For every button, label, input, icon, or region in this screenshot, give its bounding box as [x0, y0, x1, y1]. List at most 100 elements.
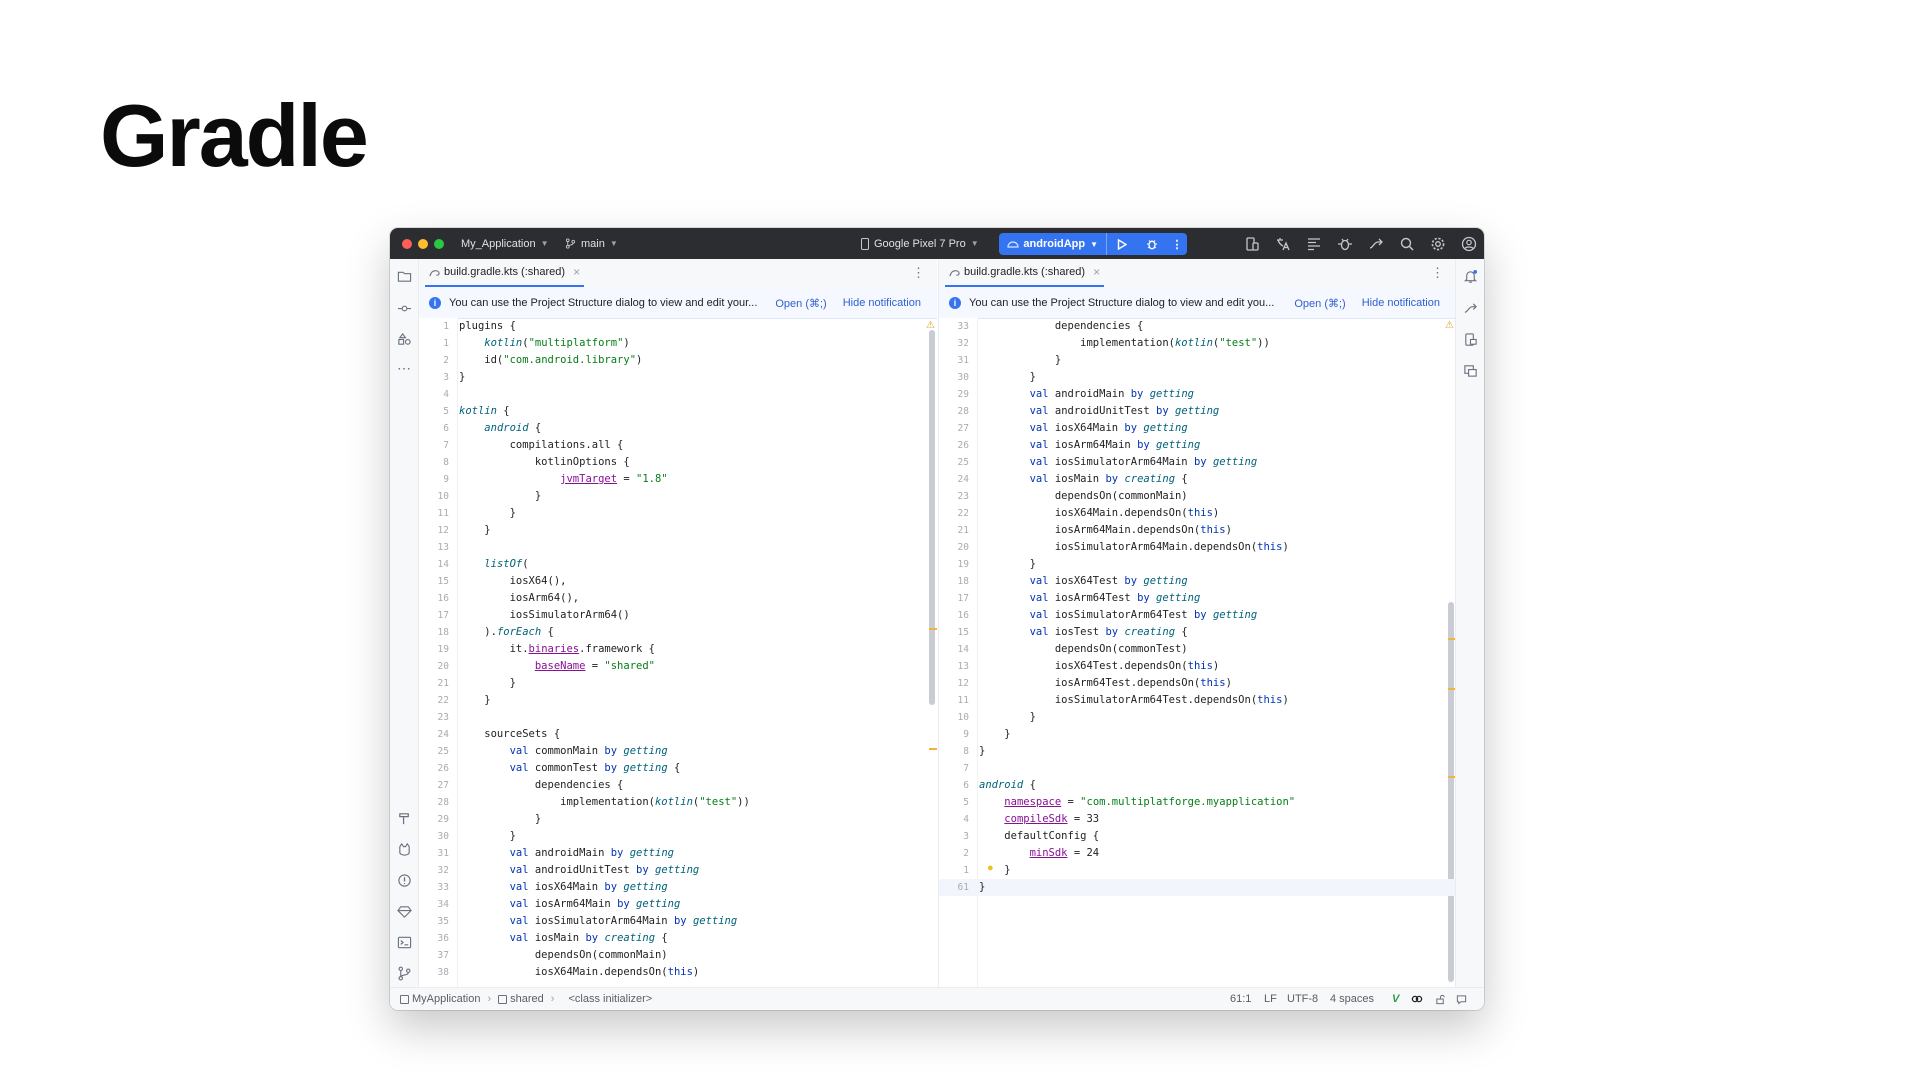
- code-line[interactable]: 29 val androidMain by getting: [939, 386, 1456, 403]
- code-line[interactable]: 28 val androidUnitTest by getting: [939, 403, 1456, 420]
- code-line[interactable]: 29 }: [419, 811, 937, 828]
- more-tools-icon[interactable]: ⋯: [395, 359, 413, 377]
- code-line[interactable]: 10 }: [419, 488, 937, 505]
- close-tab-icon[interactable]: ×: [573, 265, 580, 279]
- code-line[interactable]: 25 val commonMain by getting: [419, 743, 937, 760]
- code-line[interactable]: 14 dependsOn(commonTest): [939, 641, 1456, 658]
- code-line[interactable]: 19 it.binaries.framework {: [419, 641, 937, 658]
- code-line[interactable]: 25 val iosSimulatorArm64Main by getting: [939, 454, 1456, 471]
- lock-icon[interactable]: [1435, 988, 1446, 1010]
- tab-options-icon[interactable]: ⋮: [1431, 265, 1444, 281]
- more-actions-icon[interactable]: ⋮: [1167, 233, 1187, 255]
- close-tab-icon[interactable]: ×: [1093, 265, 1100, 279]
- code-line[interactable]: 9 }: [939, 726, 1456, 743]
- code-line[interactable]: 2 id("com.android.library"): [419, 352, 937, 369]
- code-line[interactable]: 24 sourceSets {: [419, 726, 937, 743]
- indent-setting[interactable]: 4 spaces: [1330, 988, 1374, 1010]
- code-line[interactable]: 12 iosArm64Test.dependsOn(this): [939, 675, 1456, 692]
- settings-gear-icon[interactable]: [1429, 235, 1447, 253]
- file-encoding[interactable]: UTF-8: [1287, 988, 1318, 1010]
- line-separator[interactable]: LF: [1264, 988, 1277, 1010]
- code-line[interactable]: 38 iosX64Main.dependsOn(this): [419, 964, 937, 981]
- code-line[interactable]: 17 val iosArm64Test by getting: [939, 590, 1456, 607]
- code-line[interactable]: 5 kotlin {: [419, 403, 937, 420]
- code-line[interactable]: 7 compilations.all {: [419, 437, 937, 454]
- caret-position[interactable]: 61:1: [1230, 988, 1251, 1010]
- hide-notification-link[interactable]: Hide notification: [1362, 297, 1440, 309]
- run-config-selector[interactable]: androidApp ▼: [999, 233, 1108, 255]
- device-selector[interactable]: Google Pixel 7 Pro ▼: [860, 228, 979, 259]
- project-selector[interactable]: My_Application ▼: [461, 228, 549, 259]
- running-devices-icon[interactable]: [1461, 361, 1479, 379]
- code-line[interactable]: 30 }: [419, 828, 937, 845]
- code-editor[interactable]: ⚠ 1 plugins {1 kotlin("multiplatform") 2 i…: [419, 318, 937, 988]
- code-line[interactable]: 16 val iosSimulatorArm64Test by getting: [939, 607, 1456, 624]
- branch-selector[interactable]: main ▼: [565, 228, 618, 259]
- copilot-icon[interactable]: [1411, 988, 1423, 1010]
- code-line[interactable]: 33 dependencies {: [939, 318, 1456, 335]
- search-icon[interactable]: [1398, 235, 1416, 253]
- translate-icon[interactable]: [1274, 235, 1292, 253]
- code-line[interactable]: 4: [419, 386, 937, 403]
- code-line[interactable]: 21 }: [419, 675, 937, 692]
- code-line[interactable]: 24 val iosMain by creating {: [939, 471, 1456, 488]
- zoom-window-button[interactable]: [434, 239, 444, 249]
- code-line[interactable]: 13 iosX64Test.dependsOn(this): [939, 658, 1456, 675]
- code-line[interactable]: 19 }: [939, 556, 1456, 573]
- code-line[interactable]: 21 iosArm64Main.dependsOn(this): [939, 522, 1456, 539]
- gem-icon[interactable]: [395, 902, 413, 920]
- code-line[interactable]: 5 namespace = "com.multiplatforge.myappl…: [939, 794, 1456, 811]
- problems-icon[interactable]: [395, 871, 413, 889]
- code-line[interactable]: 9 jvmTarget = "1.8": [419, 471, 937, 488]
- project-folder-icon[interactable]: [395, 267, 413, 285]
- code-line[interactable]: 26 val iosArm64Main by getting: [939, 437, 1456, 454]
- close-window-button[interactable]: [402, 239, 412, 249]
- code-line[interactable]: 30 }: [939, 369, 1456, 386]
- code-line[interactable]: 27 dependencies {: [419, 777, 937, 794]
- code-line[interactable]: 1 kotlin("multiplatform"): [419, 335, 937, 352]
- debug-button[interactable]: [1137, 233, 1167, 255]
- code-line[interactable]: 34 val iosArm64Main by getting: [419, 896, 937, 913]
- gradle-sync-icon[interactable]: [1461, 299, 1479, 317]
- tab-options-icon[interactable]: ⋮: [912, 265, 925, 281]
- feedback-icon[interactable]: [1456, 988, 1467, 1010]
- code-line[interactable]: 32 implementation(kotlin("test")): [939, 335, 1456, 352]
- code-line[interactable]: 23 dependsOn(commonMain): [939, 488, 1456, 505]
- code-line[interactable]: 3 defaultConfig {: [939, 828, 1456, 845]
- code-line[interactable]: 28 implementation(kotlin("test")): [419, 794, 937, 811]
- code-line[interactable]: 32 val androidUnitTest by getting: [419, 862, 937, 879]
- code-line[interactable]: 20 iosSimulatorArm64Main.dependsOn(this): [939, 539, 1456, 556]
- code-line[interactable]: 11 iosSimulatorArm64Test.dependsOn(this): [939, 692, 1456, 709]
- version-control-icon[interactable]: [395, 964, 413, 982]
- account-icon[interactable]: [1460, 235, 1478, 253]
- open-project-structure-link[interactable]: Open (⌘;): [1294, 297, 1345, 310]
- code-line[interactable]: 8}: [939, 743, 1456, 760]
- commit-icon[interactable]: [395, 299, 413, 317]
- build-hammer-icon[interactable]: [395, 809, 413, 827]
- code-line[interactable]: 37 dependsOn(commonMain): [419, 947, 937, 964]
- notifications-bell-icon[interactable]: [1461, 267, 1479, 285]
- code-line[interactable]: 18 ).forEach {: [419, 624, 937, 641]
- hide-notification-link[interactable]: Hide notification: [843, 297, 921, 309]
- resource-manager-icon[interactable]: [395, 330, 413, 348]
- breadcrumb-item[interactable]: MyApplication: [412, 993, 480, 1005]
- code-line[interactable]: 6 android {: [419, 420, 937, 437]
- minimize-window-button[interactable]: [418, 239, 428, 249]
- code-line[interactable]: 15 iosX64(),: [419, 573, 937, 590]
- code-line[interactable]: 31 val androidMain by getting: [419, 845, 937, 862]
- run-button[interactable]: [1107, 233, 1137, 255]
- code-line[interactable]: 35 val iosSimulatorArm64Main by getting: [419, 913, 937, 930]
- code-editor[interactable]: ⚠ ● 33 dependencies {32 implementation(k…: [939, 318, 1456, 988]
- code-line[interactable]: 11 }: [419, 505, 937, 522]
- code-line[interactable]: 2 minSdk = 24: [939, 845, 1456, 862]
- code-line[interactable]: 26 val commonTest by getting {: [419, 760, 937, 777]
- code-line[interactable]: 27 val iosX64Main by getting: [939, 420, 1456, 437]
- code-line[interactable]: 22 iosX64Main.dependsOn(this): [939, 505, 1456, 522]
- code-line[interactable]: 12 }: [419, 522, 937, 539]
- code-line[interactable]: 16 iosArm64(),: [419, 590, 937, 607]
- structure-icon[interactable]: [1305, 235, 1323, 253]
- code-line[interactable]: 20 baseName = "shared": [419, 658, 937, 675]
- open-project-structure-link[interactable]: Open (⌘;): [775, 297, 826, 310]
- breadcrumb-item[interactable]: <class initializer>: [568, 993, 652, 1005]
- sync-gradle-icon[interactable]: [1367, 235, 1385, 253]
